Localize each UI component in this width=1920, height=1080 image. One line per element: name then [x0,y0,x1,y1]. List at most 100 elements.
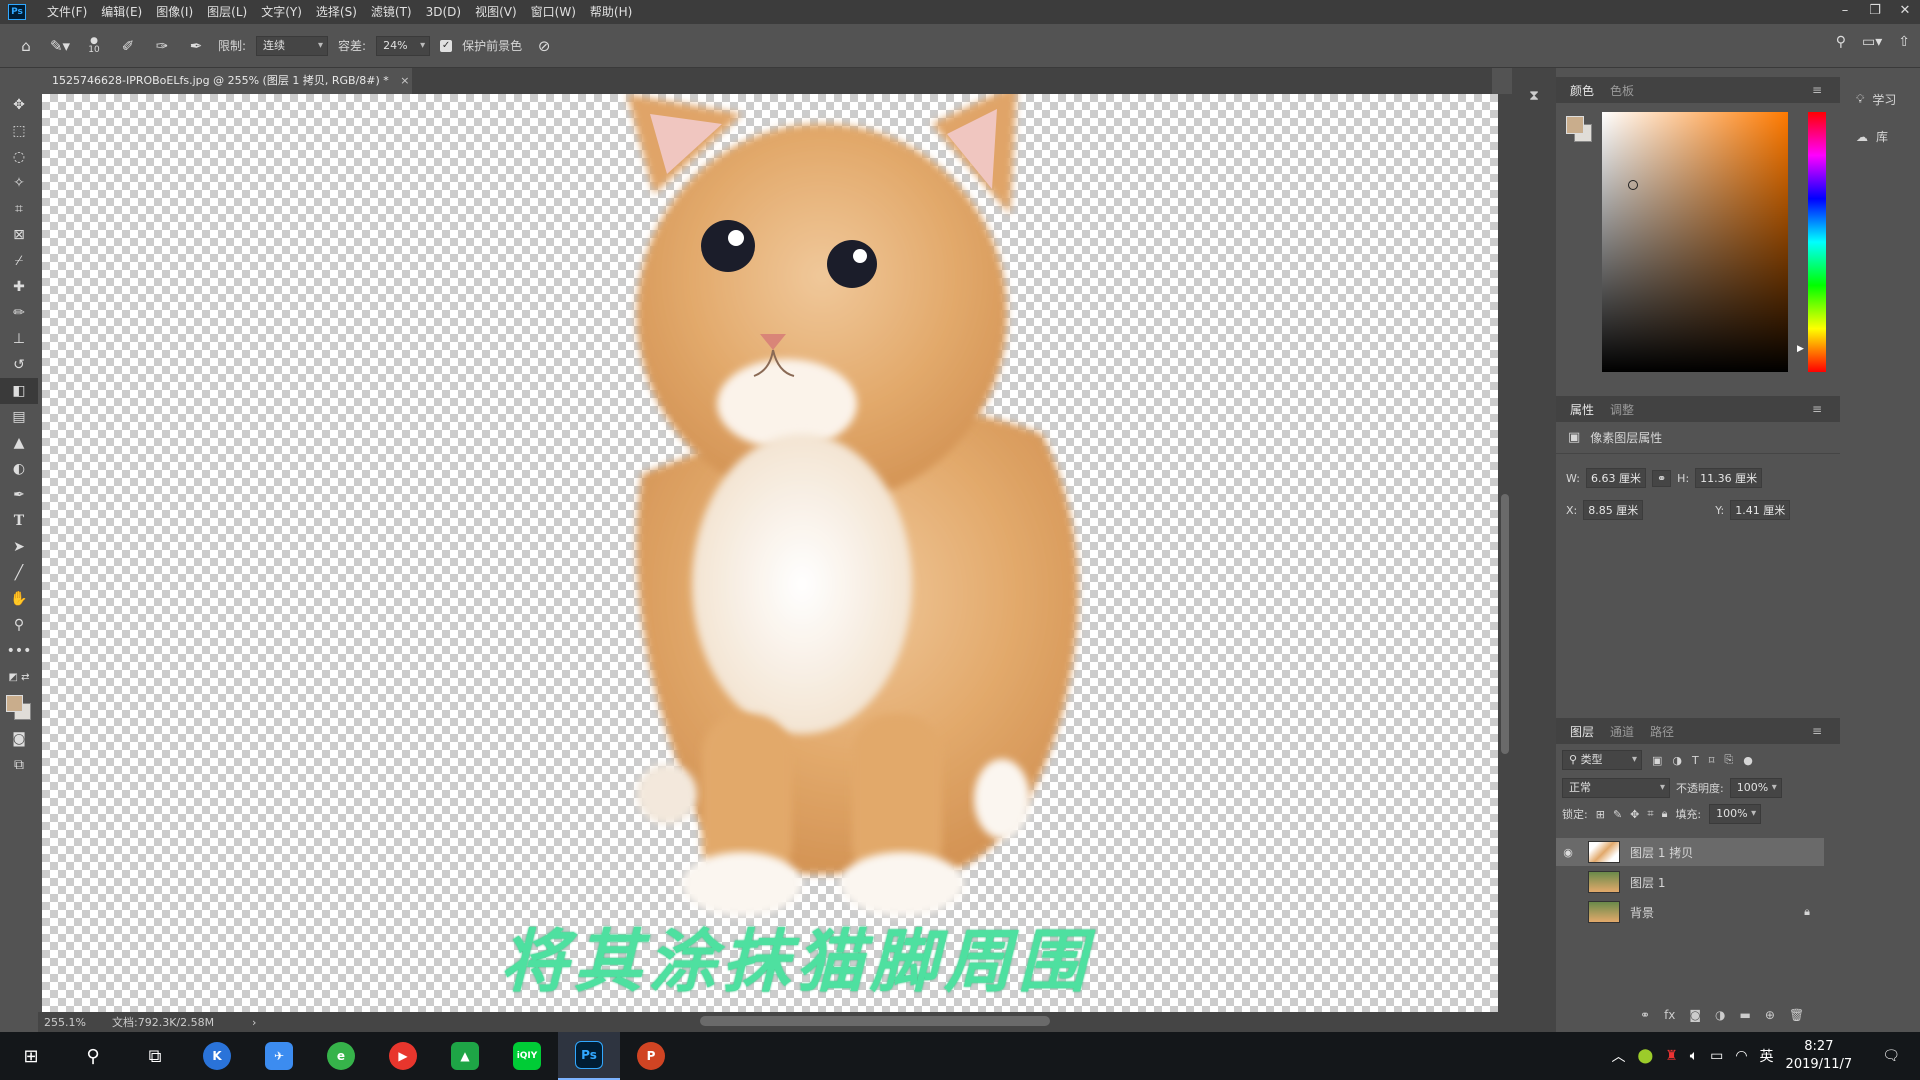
layer-filter-select[interactable]: ⚲ 类型 [1562,750,1642,770]
path-select-tool-icon[interactable]: ➤ [0,534,38,560]
add-mask-icon[interactable]: ◙ [1689,1008,1701,1022]
new-group-icon[interactable]: ▬ [1740,1008,1751,1022]
color-saturation-field[interactable] [1602,112,1788,372]
opacity-input[interactable]: 100% [1729,778,1782,798]
hue-slider[interactable] [1808,112,1826,372]
tray-expand-icon[interactable]: ︿ [1611,1046,1625,1066]
gradient-tool-icon[interactable]: ▤ [0,404,38,430]
layer-name[interactable]: 背景 [1630,904,1654,921]
menu-view[interactable]: 视图(V) [468,0,524,24]
eye-icon[interactable]: ◉ [1556,846,1580,859]
lock-artboard-icon[interactable]: ⌗ [1647,807,1653,821]
filter-toggle-icon[interactable]: ● [1743,754,1753,767]
layer-row[interactable]: 图层 1 [1556,868,1824,896]
panel-menu-icon[interactable]: ≡ [1804,83,1830,97]
eraser-tool-icon[interactable]: ◧ [0,378,38,404]
vertical-scroll-thumb[interactable] [1501,494,1509,754]
fill-input[interactable]: 100% [1709,804,1762,824]
filter-shape-icon[interactable]: ⌑ [1709,754,1715,767]
sampling-continuous-icon[interactable]: ✐ [116,34,140,58]
brush-tool-icon[interactable]: ✏ [0,300,38,326]
tool-preset-icon[interactable]: ✎▾ [48,34,72,58]
pen-tool-icon[interactable]: ✒ [0,482,38,508]
tab-swatches[interactable]: 色板 [1602,82,1642,99]
limit-select[interactable]: 连续 [256,35,329,56]
horizontal-scroll-thumb[interactable] [700,1016,1050,1026]
lock-transparent-icon[interactable]: ⊞ [1596,808,1605,821]
color-panel-foreground-swatch[interactable] [1566,116,1584,134]
lasso-tool-icon[interactable]: ◌ [0,144,38,170]
restore-button[interactable]: ❐ [1860,0,1890,24]
color-picker-cursor[interactable] [1628,180,1638,190]
tab-properties[interactable]: 属性 [1562,401,1602,418]
screen-mode-icon[interactable]: ⧉ [0,752,38,778]
close-tab-icon[interactable]: × [400,74,409,87]
x-field[interactable]: 8.85 厘米 [1583,500,1644,520]
menu-help[interactable]: 帮助(H) [583,0,639,24]
hand-tool-icon[interactable]: ✋ [0,586,38,612]
canvas-vertical-scrollbar[interactable] [1498,94,1512,1012]
tab-color[interactable]: 颜色 [1562,82,1602,99]
filter-adjust-icon[interactable]: ◑ [1672,754,1682,767]
type-tool-icon[interactable]: T [0,508,38,534]
frame-tool-icon[interactable]: ⊠ [0,222,38,248]
color-swatches[interactable] [0,690,38,726]
tray-app-icon[interactable]: ⬤ [1637,1048,1653,1064]
tab-channels[interactable]: 通道 [1602,723,1642,740]
properties-menu-icon[interactable]: ≡ [1804,402,1830,416]
layer-row[interactable]: 背景 🔒︎ [1556,898,1824,926]
app-green-icon[interactable]: ▲ [434,1032,496,1080]
new-layer-icon[interactable]: ⊕ [1765,1008,1775,1022]
share-icon[interactable]: ⇧ [1898,34,1910,50]
crop-tool-icon[interactable]: ⌗ [0,196,38,222]
menu-file[interactable]: 文件(F) [40,0,94,24]
healing-tool-icon[interactable]: ✚ [0,274,38,300]
app-powerpoint-icon[interactable]: P [620,1032,682,1080]
protect-fg-checkbox[interactable]: ✓ [440,39,453,52]
search-icon[interactable]: ⚲ [1836,34,1846,50]
app-iqiyi-icon[interactable]: iQIY [496,1032,558,1080]
zoom-level[interactable]: 255.1% [38,1016,112,1029]
minimize-button[interactable]: – [1830,0,1860,24]
document-tab[interactable]: 1525746628-IPROBoELfs.jpg @ 255% (图层 1 拷… [42,68,412,94]
sampling-once-icon[interactable]: ✑ [150,34,174,58]
height-field[interactable]: 11.36 厘米 [1695,468,1763,488]
task-view-icon[interactable]: ⧉ [124,1032,186,1080]
tab-paths[interactable]: 路径 [1642,723,1682,740]
swap-colors-icon[interactable]: ◩ ⇄ [0,664,38,690]
filter-smart-icon[interactable]: ⎘ [1724,753,1733,767]
move-tool-icon[interactable]: ✥ [0,92,38,118]
history-brush-tool-icon[interactable]: ↺ [0,352,38,378]
notification-icon[interactable]: 🗨︎ [1882,1048,1900,1064]
delete-layer-icon[interactable]: 🗑︎ [1789,1008,1804,1022]
quick-select-tool-icon[interactable]: ✧ [0,170,38,196]
stamp-tool-icon[interactable]: ⊥ [0,326,38,352]
menu-layer[interactable]: 图层(L) [200,0,254,24]
filter-type-icon[interactable]: T [1692,754,1699,767]
new-adjustment-icon[interactable]: ◑ [1715,1008,1725,1022]
zoom-tool-icon[interactable]: ⚲ [0,612,38,638]
document-canvas[interactable]: 将其涂抹猫脚周围 [42,94,1498,1012]
marquee-tool-icon[interactable]: ⬚ [0,118,38,144]
photoshop-logo-icon[interactable]: Ps [8,4,26,20]
blur-tool-icon[interactable]: ▲ [0,430,38,456]
filter-pixel-icon[interactable]: ▣ [1652,754,1662,767]
lock-all-icon[interactable]: 🔒︎ [1662,807,1668,821]
y-field[interactable]: 1.41 厘米 [1730,500,1791,520]
link-dimensions-icon[interactable]: ⚭ [1651,469,1672,487]
windows-start-icon[interactable]: ⊞ [0,1032,62,1080]
eyedropper-tool-icon[interactable]: ⌿ [0,248,38,274]
sampling-swatch-icon[interactable]: ✒ [184,34,208,58]
home-icon[interactable]: ⌂ [14,34,38,58]
lock-position-icon[interactable]: ✥ [1630,808,1639,821]
ime-indicator[interactable]: 英 [1760,1046,1774,1066]
lock-pixels-icon[interactable]: ✎ [1613,808,1622,821]
menu-edit[interactable]: 编辑(E) [94,0,149,24]
menu-window[interactable]: 窗口(W) [524,0,583,24]
layer-name[interactable]: 图层 1 拷贝 [1630,844,1693,861]
volume-icon[interactable]: 🔈︎ [1690,1048,1698,1064]
tab-adjustments[interactable]: 调整 [1602,401,1642,418]
layer-row[interactable]: ◉ 图层 1 拷贝 [1556,838,1824,866]
foreground-color-swatch[interactable] [6,695,23,712]
layers-menu-icon[interactable]: ≡ [1804,724,1830,738]
